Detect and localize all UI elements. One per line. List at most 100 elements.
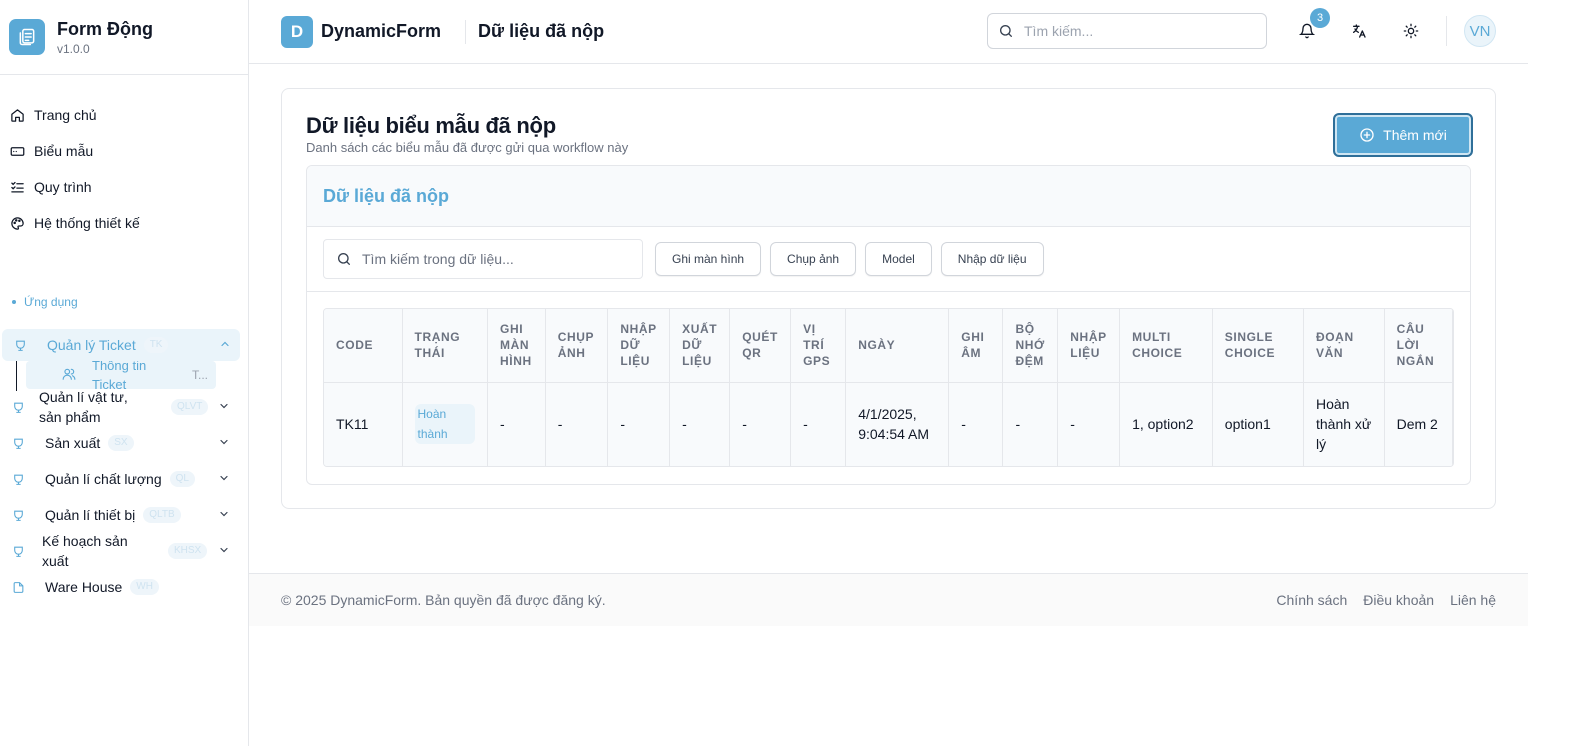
brand-version: v1.0.0 xyxy=(57,42,90,56)
table-cell: Hoàn thành xyxy=(402,382,489,466)
column-header[interactable]: NHẬP LIỆU xyxy=(1057,309,1121,383)
column-header[interactable]: GHI MÀN HÌNH xyxy=(487,309,546,383)
app-item-label: Sản xuất xyxy=(45,435,101,451)
data-panel: Dữ liệu đã nộp Ghi màn hình Chụp ảnh Mod… xyxy=(306,165,1471,485)
app-code-badge: QLVT xyxy=(171,399,209,415)
model-button[interactable]: Model xyxy=(865,242,932,276)
apps-section-label: Ứng dụng xyxy=(0,295,248,309)
global-search[interactable] xyxy=(987,13,1267,49)
table-row[interactable]: TK11 Hoàn thành - - - - - - 4/1/2025, 9:… xyxy=(324,382,1453,466)
app-code-badge: QL xyxy=(169,471,195,487)
card-subtitle: Danh sách các biểu mẫu đã được gửi qua w… xyxy=(306,140,629,155)
table-header-row: CODE TRẠNG THÁI GHI MÀN HÌNH CHỤP ẢNH NH… xyxy=(324,309,1453,383)
nav-item-design-system[interactable]: Hệ thống thiết kế xyxy=(0,205,248,241)
panel-title: Dữ liệu đã nộp xyxy=(307,166,1470,227)
footer-link-policy[interactable]: Chính sách xyxy=(1276,592,1347,608)
import-data-button[interactable]: Nhập dữ liệu xyxy=(940,242,1044,276)
nav-item-label: Biểu mẫu xyxy=(34,143,94,159)
header-divider xyxy=(1446,16,1447,46)
data-table-container[interactable]: CODE TRẠNG THÁI GHI MÀN HÌNH CHỤP ẢNH NH… xyxy=(323,308,1454,467)
chevron-down-icon[interactable] xyxy=(218,471,230,487)
status-badge: Hoàn thành xyxy=(414,404,476,445)
list-check-icon xyxy=(11,181,24,192)
app-item-label: Quản lí vật tư, sản phẩm xyxy=(39,389,128,425)
chevron-down-icon[interactable] xyxy=(218,399,230,415)
table-cell: Dem 2 xyxy=(1384,382,1453,466)
app-item-equipment[interactable]: Quản lí thiết bị QLTB xyxy=(0,497,248,533)
search-icon xyxy=(338,252,350,265)
app-item-materials[interactable]: Quản lí vật tư, sản phẩm QLVT xyxy=(0,389,248,425)
app-item-label: Quản lí chất lượng xyxy=(45,471,162,487)
app-icon xyxy=(10,509,26,522)
nav-item-forms[interactable]: Biểu mẫu xyxy=(0,133,248,169)
column-header[interactable]: TRẠNG THÁI xyxy=(402,309,489,383)
notification-count-badge: 3 xyxy=(1310,8,1330,28)
nav-item-home[interactable]: Trang chủ xyxy=(0,97,248,133)
global-search-input[interactable] xyxy=(1024,23,1244,39)
column-header[interactable]: CODE xyxy=(324,309,403,383)
nav-item-label: Quy trình xyxy=(34,179,92,195)
data-search[interactable] xyxy=(323,239,643,279)
app-item-production[interactable]: Sản xuất SX xyxy=(0,425,248,461)
app-code-badge: WH xyxy=(130,579,159,595)
avatar[interactable]: VN xyxy=(1464,15,1496,47)
language-button[interactable] xyxy=(1345,17,1373,45)
palette-icon xyxy=(11,216,24,230)
app-item-warehouse[interactable]: Ware House WH xyxy=(0,569,248,605)
app-code-badge: TK xyxy=(143,337,169,353)
column-header[interactable]: CÂU LỜI NGẮN xyxy=(1384,309,1453,383)
column-header[interactable]: QUÉT QR xyxy=(729,309,792,383)
table-cell: - xyxy=(790,382,847,466)
column-header[interactable]: SINGLE CHOICE xyxy=(1212,309,1304,383)
table-cell: - xyxy=(607,382,671,466)
app-code-badge: SX xyxy=(108,435,134,451)
app-item-quality[interactable]: Quản lí chất lượng QL xyxy=(0,461,248,497)
sub-item-badge: T... xyxy=(191,368,208,382)
app-code-badge: KHSX xyxy=(168,543,208,559)
chevron-up-icon[interactable] xyxy=(219,337,231,353)
sun-icon xyxy=(1403,23,1419,39)
footer-link-contact[interactable]: Liên hệ xyxy=(1450,592,1496,608)
chevron-down-icon[interactable] xyxy=(218,435,230,451)
main-nav: Trang chủ Biểu mẫu Quy trình Hệ thống th… xyxy=(0,75,248,241)
form-icon xyxy=(10,146,25,156)
column-header[interactable]: NGÀY xyxy=(845,309,950,383)
app-icon xyxy=(10,437,26,450)
search-icon xyxy=(1000,25,1012,37)
add-new-button[interactable]: Thêm mới xyxy=(1333,113,1473,157)
nav-item-workflows[interactable]: Quy trình xyxy=(0,169,248,205)
column-header[interactable]: NHẬP DỮ LIỆU xyxy=(607,309,671,383)
capture-photo-button[interactable]: Chụp ảnh xyxy=(770,242,857,276)
app-item-label: Quản lí thiết bị xyxy=(45,507,136,523)
column-header[interactable]: BỘ NHỚ ĐỆM xyxy=(1002,309,1059,383)
users-icon xyxy=(62,367,76,384)
sub-item-ticket-info[interactable]: Thông tin Ticket T... xyxy=(26,361,216,389)
column-header[interactable]: MULTI CHOICE xyxy=(1119,309,1213,383)
data-table: CODE TRẠNG THÁI GHI MÀN HÌNH CHỤP ẢNH NH… xyxy=(324,309,1453,466)
column-header[interactable]: ĐOẠN VĂN xyxy=(1303,309,1385,383)
column-header[interactable]: CHỤP ẢNH xyxy=(545,309,609,383)
table-cell: - xyxy=(729,382,792,466)
chevron-down-icon[interactable] xyxy=(218,543,230,559)
table-cell: - xyxy=(545,382,609,466)
sidebar: Form Động v1.0.0 Trang chủ Biểu mẫu Quy … xyxy=(0,0,249,746)
chevron-down-icon[interactable] xyxy=(218,507,230,523)
column-header[interactable]: VỊ TRÍ GPS xyxy=(790,309,847,383)
column-header[interactable]: GHI ÂM xyxy=(948,309,1004,383)
header-logo[interactable]: D xyxy=(281,15,313,48)
screen-record-button[interactable]: Ghi màn hình xyxy=(655,242,762,276)
nav-item-label: Hệ thống thiết kế xyxy=(34,215,140,231)
theme-toggle-button[interactable] xyxy=(1397,17,1425,45)
app-item-label: Kế hoạch sản xuất xyxy=(42,533,128,569)
column-header[interactable]: XUẤT DỮ LIỆU xyxy=(669,309,731,383)
app-item-production-plan[interactable]: Kế hoạch sản xuất KHSX xyxy=(0,533,248,569)
sidebar-brand[interactable]: Form Động v1.0.0 xyxy=(0,0,248,75)
app-icon xyxy=(10,545,26,558)
app-item-ticket[interactable]: Quản lý Ticket TK xyxy=(2,329,240,361)
sub-item-label: Thông tin Ticket xyxy=(92,361,147,389)
header-app-name[interactable]: DynamicForm xyxy=(321,21,441,42)
table-cell: - xyxy=(948,382,1004,466)
table-cell: Hoàn thành xử lý xyxy=(1303,382,1385,466)
footer-link-terms[interactable]: Điều khoản xyxy=(1363,592,1434,608)
data-search-input[interactable] xyxy=(362,251,632,267)
